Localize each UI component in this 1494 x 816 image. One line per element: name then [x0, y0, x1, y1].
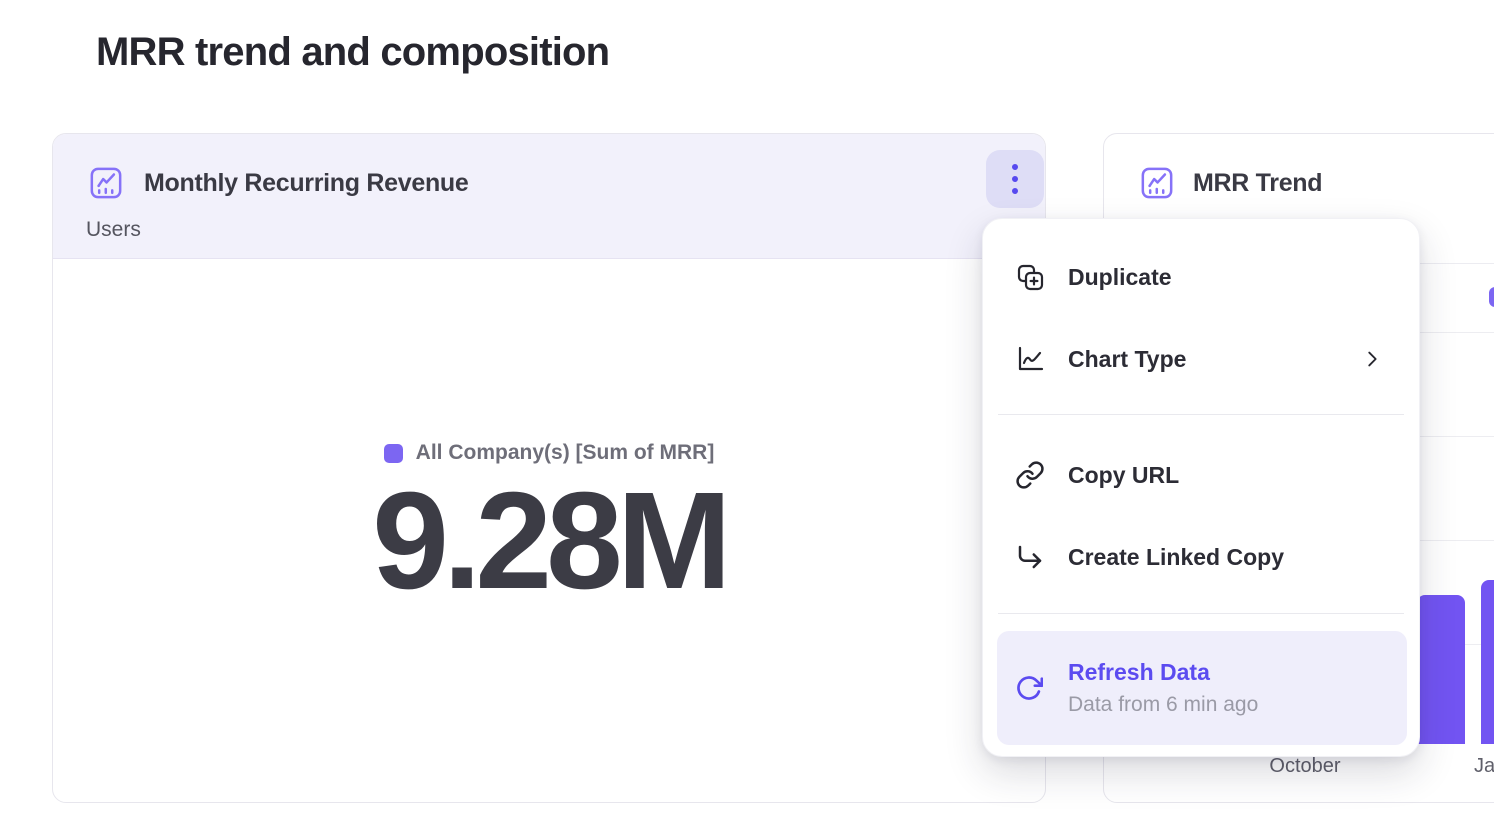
kebab-dot: [1012, 188, 1018, 194]
refresh-label: Refresh Data: [1068, 659, 1258, 686]
duplicate-icon: [1015, 262, 1045, 292]
corner-down-right-icon: [1015, 542, 1045, 572]
menu-item-create-linked-copy[interactable]: Create Linked Copy: [1015, 525, 1383, 589]
link-icon: [1015, 460, 1045, 490]
page-title: MRR trend and composition: [96, 30, 609, 75]
card-header: Monthly Recurring Revenue Users: [53, 134, 1045, 259]
card-subtitle: Users: [86, 218, 141, 242]
menu-divider: [998, 414, 1404, 415]
legend-label: All Company(s) [Sum of MRR]: [416, 441, 715, 465]
menu-item-label: Duplicate: [1068, 264, 1172, 291]
big-number-legend: All Company(s) [Sum of MRR]: [53, 441, 1045, 465]
kebab-menu-button[interactable]: [986, 150, 1044, 208]
context-menu: Duplicate Chart Type Copy URL Create Lin…: [982, 218, 1420, 757]
menu-item-copy-url[interactable]: Copy URL: [1015, 443, 1383, 507]
chart-widget-icon: [89, 166, 123, 200]
x-tick-january-cutoff: Ja: [1474, 755, 1494, 778]
legend-chip-cutoff: [1489, 287, 1494, 307]
card-title: MRR Trend: [1193, 169, 1322, 198]
menu-item-chart-type[interactable]: Chart Type: [1015, 327, 1383, 391]
menu-item-label: Copy URL: [1068, 462, 1179, 489]
menu-item-label: Create Linked Copy: [1068, 544, 1284, 571]
card-title: Monthly Recurring Revenue: [144, 169, 469, 198]
chevron-right-icon: [1361, 348, 1383, 370]
menu-divider: [998, 613, 1404, 614]
menu-item-refresh-data[interactable]: Refresh Data Data from 6 min ago: [997, 631, 1407, 745]
kebab-dot: [1012, 164, 1018, 170]
legend-swatch: [384, 444, 403, 463]
chart-type-icon: [1015, 344, 1045, 374]
refresh-sublabel: Data from 6 min ago: [1068, 693, 1258, 717]
refresh-icon: [1015, 674, 1043, 702]
chart-widget-icon: [1140, 166, 1174, 200]
menu-item-duplicate[interactable]: Duplicate: [1015, 245, 1383, 309]
menu-item-label: Chart Type: [1068, 346, 1186, 373]
trend-bar-december: [1417, 595, 1465, 744]
card-monthly-recurring-revenue: Monthly Recurring Revenue Users All Comp…: [52, 133, 1046, 803]
big-number-value: 9.28M: [53, 472, 1045, 610]
trend-bar-january: [1481, 580, 1494, 744]
kebab-dot: [1012, 176, 1018, 182]
x-tick-october: October: [1269, 755, 1340, 778]
